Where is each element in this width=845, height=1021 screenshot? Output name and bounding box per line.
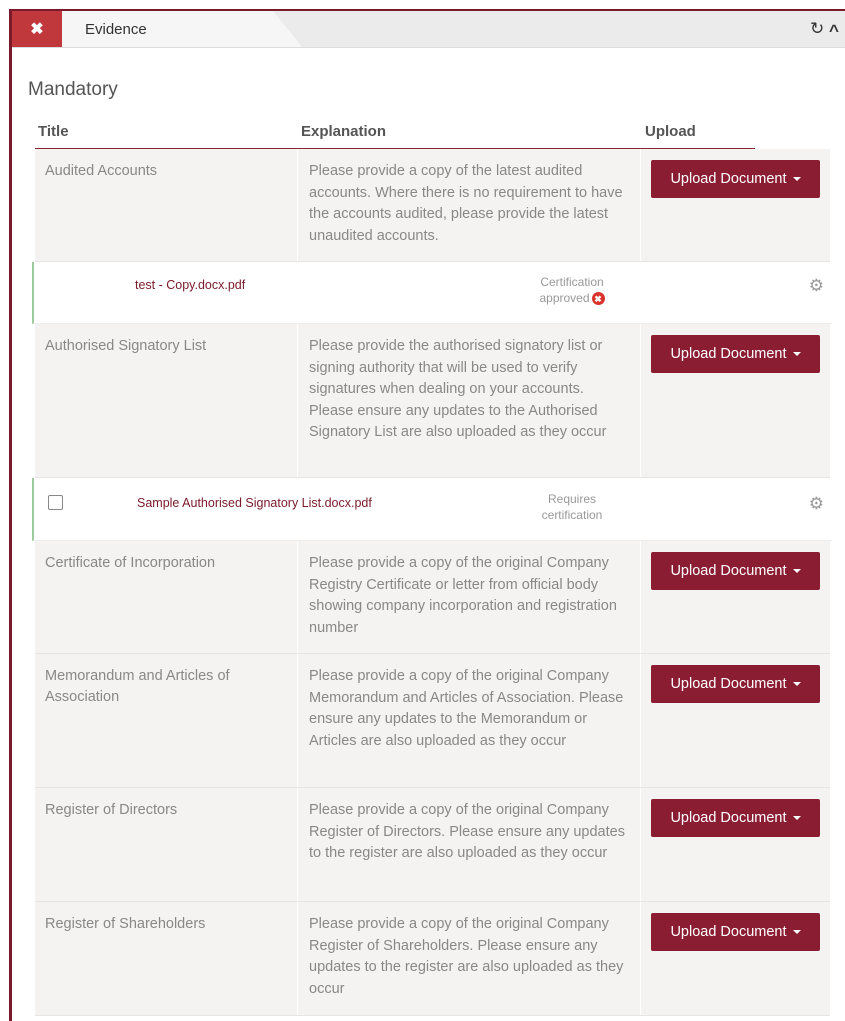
row-explanation: Please provide a copy of the original Co… — [309, 916, 624, 997]
file-link[interactable]: Sample Authorised Signatory List.docx.pd… — [137, 496, 372, 510]
row-explanation: Please provide the authorised signatory … — [309, 338, 607, 440]
table-row: Memorandum and Articles of Association P… — [35, 654, 830, 788]
column-title: Title — [38, 123, 69, 140]
upload-document-button[interactable]: Upload Document — [651, 913, 820, 951]
row-explanation: Please provide a copy of the original Co… — [309, 668, 624, 749]
upload-label: Upload Document — [670, 171, 787, 187]
tab-evidence[interactable]: Evidence — [62, 11, 302, 47]
caret-down-icon — [792, 816, 801, 820]
table-row: Register of Directors Please provide a c… — [35, 788, 830, 902]
gear-icon[interactable]: ⚙ — [809, 276, 824, 296]
column-explanation: Explanation — [301, 123, 387, 140]
file-row: test - Copy.docx.pdf Certification appro… — [32, 262, 832, 324]
table-row: Register of Shareholders Please provide … — [35, 902, 830, 1016]
tab-label: Evidence — [85, 21, 147, 38]
upload-label: Upload Document — [670, 346, 787, 362]
upload-document-button[interactable]: Upload Document — [651, 160, 820, 198]
certification-status: Requires certification — [532, 491, 612, 523]
row-title: Audited Accounts — [45, 163, 158, 179]
upload-label: Upload Document — [670, 810, 787, 826]
close-button[interactable]: ✖ — [12, 11, 62, 47]
upload-label: Upload Document — [670, 563, 787, 579]
upload-label: Upload Document — [670, 924, 787, 940]
upload-document-button[interactable]: Upload Document — [651, 665, 820, 703]
caret-down-icon — [792, 682, 801, 686]
table-header: Title Explanation Upload — [35, 121, 755, 149]
row-explanation: Please provide a copy of the original Co… — [309, 555, 617, 636]
file-row: Sample Authorised Signatory List.docx.pd… — [32, 478, 832, 541]
caret-down-icon — [792, 930, 801, 934]
upload-label: Upload Document — [670, 676, 787, 692]
gear-icon[interactable]: ⚙ — [809, 494, 824, 514]
upload-document-button[interactable]: Upload Document — [651, 552, 820, 590]
status-line: certification — [541, 508, 603, 522]
row-title: Authorised Signatory List — [45, 338, 207, 354]
caret-down-icon — [792, 569, 801, 573]
upload-document-button[interactable]: Upload Document — [651, 799, 820, 837]
column-upload: Upload — [645, 123, 696, 140]
chevron-up-icon[interactable]: ^ — [829, 21, 839, 41]
evidence-panel: ✖ Evidence ↻ ^ Mandatory Title Explanati… — [9, 9, 845, 1021]
file-link[interactable]: test - Copy.docx.pdf — [135, 278, 245, 292]
certification-status: Certification approved ✖ — [532, 274, 612, 306]
row-title: Certificate of Incorporation — [45, 555, 216, 571]
caret-down-icon — [792, 177, 801, 181]
row-title: Register of Directors — [45, 802, 178, 818]
row-explanation: Please provide a copy of the original Co… — [309, 802, 625, 861]
panel-header: ✖ Evidence ↻ ^ — [12, 11, 845, 48]
status-line: approved — [539, 291, 590, 305]
table-row: Authorised Signatory List Please provide… — [35, 324, 830, 478]
status-line: Requires — [547, 492, 597, 506]
row-title: Memorandum and Articles of Association — [45, 668, 230, 705]
row-title: Register of Shareholders — [45, 916, 206, 932]
close-icon: ✖ — [30, 21, 44, 38]
caret-down-icon — [792, 352, 801, 356]
table-row: Audited Accounts Please provide a copy o… — [35, 149, 830, 262]
section-title: Mandatory — [28, 79, 118, 100]
rejected-icon[interactable]: ✖ — [591, 292, 605, 306]
row-explanation: Please provide a copy of the latest audi… — [309, 163, 623, 244]
status-line: Certification — [540, 275, 604, 289]
refresh-icon[interactable]: ↻ — [810, 19, 824, 39]
file-checkbox[interactable] — [48, 495, 63, 510]
table-row: Certificate of Incorporation Please prov… — [35, 541, 830, 654]
upload-document-button[interactable]: Upload Document — [651, 335, 820, 373]
